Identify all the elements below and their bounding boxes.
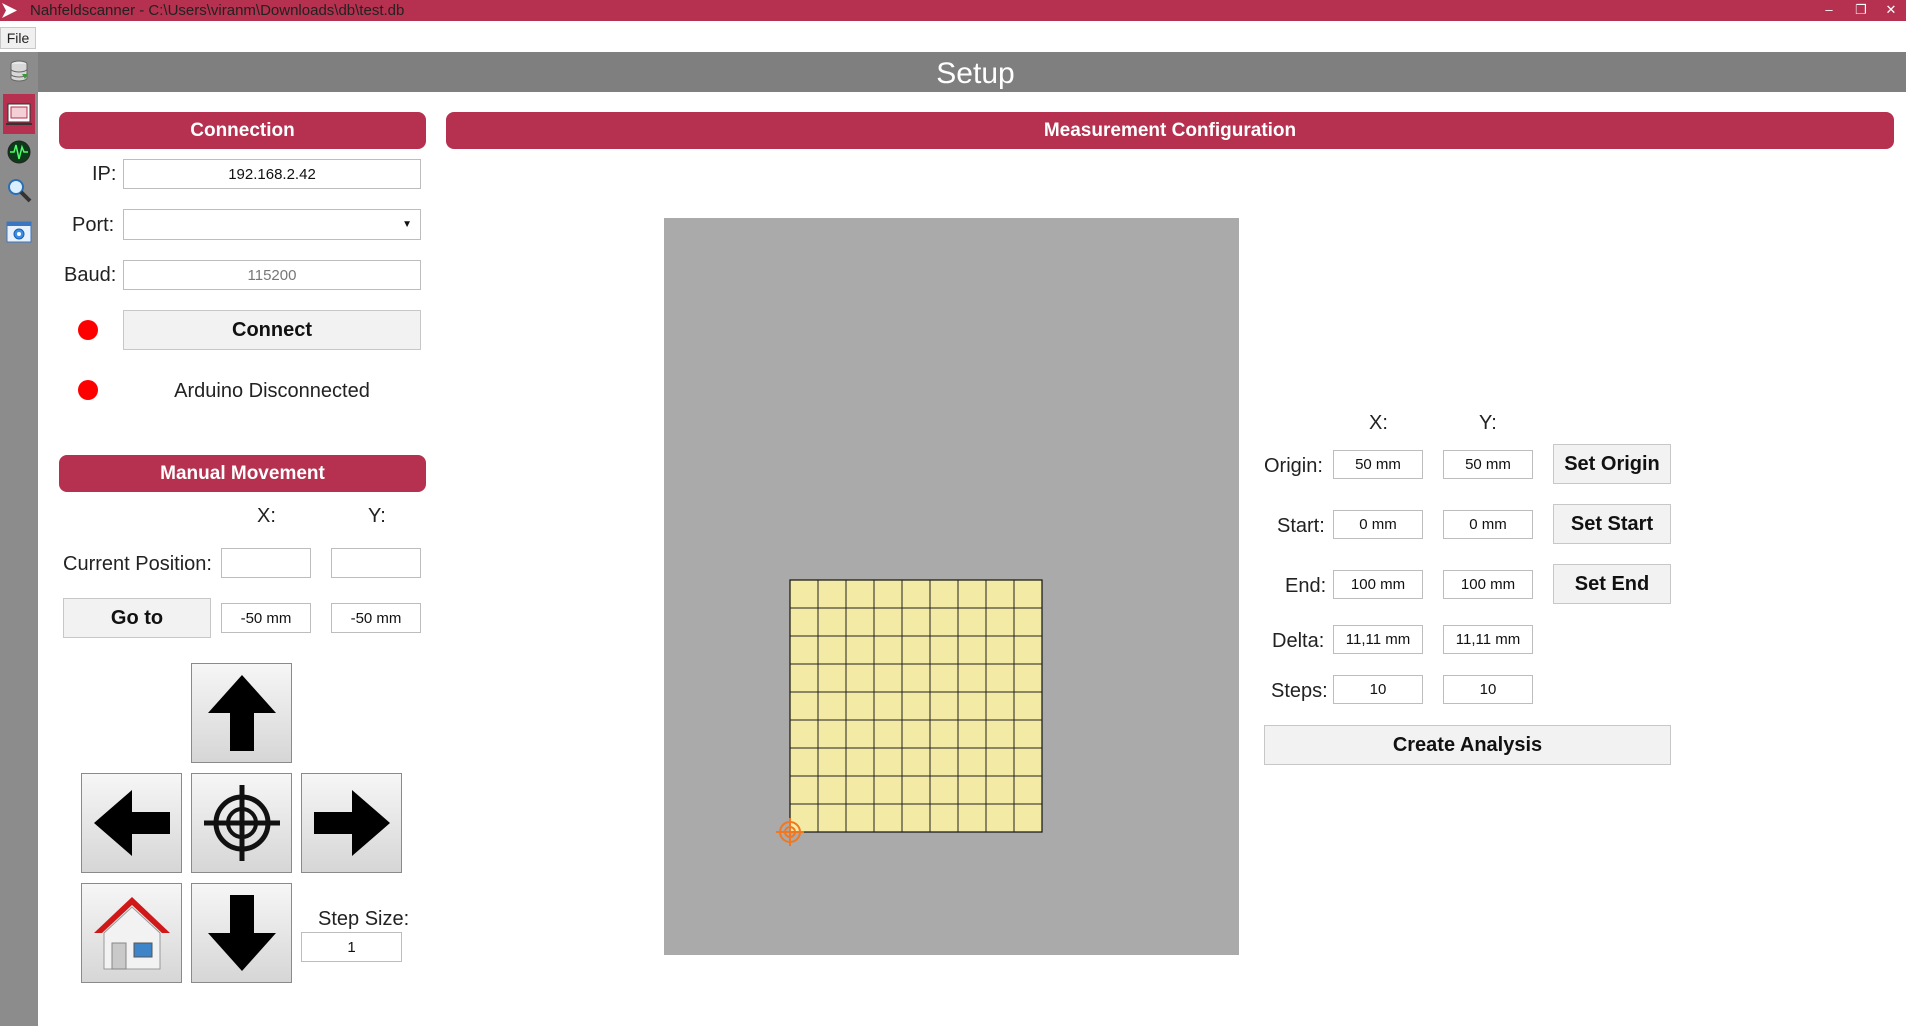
config-y-label: Y:: [1479, 412, 1497, 434]
goto-x-field[interactable]: -50 mm: [221, 603, 311, 633]
goto-button[interactable]: Go to: [63, 598, 211, 638]
app-logo-icon: [0, 0, 22, 21]
manual-movement-header: Manual Movement: [59, 455, 426, 492]
current-y-field: [331, 548, 421, 578]
measurement-config-header: Measurement Configuration: [446, 112, 1894, 149]
ip-field[interactable]: 192.168.2.42: [123, 159, 421, 189]
create-analysis-button[interactable]: Create Analysis: [1264, 725, 1671, 765]
set-start-button[interactable]: Set Start: [1553, 504, 1671, 544]
delta-label: Delta:: [1272, 630, 1325, 652]
step-size-field[interactable]: 1: [301, 932, 402, 962]
minimize-icon[interactable]: –: [1818, 1, 1840, 19]
connection-status-led: [78, 320, 98, 340]
close-icon[interactable]: ✕: [1880, 1, 1902, 19]
baud-label: Baud:: [64, 264, 117, 286]
ip-label: IP:: [92, 163, 117, 185]
home-button[interactable]: [81, 883, 182, 983]
steps-y-field[interactable]: 10: [1443, 675, 1533, 704]
start-x-field[interactable]: 0 mm: [1333, 510, 1423, 539]
measurement-canvas[interactable]: [664, 218, 1239, 955]
center-button[interactable]: [191, 773, 292, 873]
steps-x-field[interactable]: 10: [1333, 675, 1423, 704]
current-x-field: [221, 548, 311, 578]
arduino-status-led: [78, 380, 98, 400]
set-origin-button[interactable]: Set Origin: [1553, 444, 1671, 484]
config-x-label: X:: [1369, 412, 1388, 434]
set-end-button[interactable]: Set End: [1553, 564, 1671, 604]
origin-x-field[interactable]: 50 mm: [1333, 450, 1423, 479]
setup-icon[interactable]: [3, 94, 35, 134]
connect-button[interactable]: Connect: [123, 310, 421, 350]
crosshair-icon: [203, 785, 280, 861]
step-size-label: Step Size:: [318, 908, 410, 930]
magnifier-icon[interactable]: [3, 172, 35, 208]
scan-grid: [776, 579, 1043, 846]
scan-area: [789, 579, 1043, 833]
chevron-down-icon: ▼: [402, 219, 412, 230]
port-label: Port:: [72, 214, 115, 236]
move-up-button[interactable]: [191, 663, 292, 763]
move-left-button[interactable]: [81, 773, 182, 873]
manual-x-label: X:: [257, 505, 276, 527]
manual-y-label: Y:: [368, 505, 386, 527]
arrow-down-icon: [207, 895, 276, 971]
arduino-status-text: Arduino Disconnected: [174, 380, 370, 402]
menu-file[interactable]: File: [0, 27, 36, 49]
baud-field[interactable]: 115200: [123, 260, 421, 290]
database-icon[interactable]: [3, 54, 35, 90]
start-y-field[interactable]: 0 mm: [1443, 510, 1533, 539]
start-label: Start:: [1277, 515, 1325, 537]
home-icon: [93, 897, 170, 970]
origin-y-field[interactable]: 50 mm: [1443, 450, 1533, 479]
move-down-button[interactable]: [191, 883, 292, 983]
settings-window-icon[interactable]: [3, 214, 35, 250]
end-label: End:: [1285, 575, 1327, 597]
move-right-button[interactable]: [301, 773, 402, 873]
arrow-left-icon: [93, 790, 170, 856]
steps-label: Steps:: [1271, 680, 1328, 702]
delta-y-field: 11,11 mm: [1443, 625, 1533, 654]
port-select[interactable]: ▼: [123, 209, 421, 240]
restore-icon[interactable]: ❐: [1850, 1, 1872, 19]
connection-header: Connection: [59, 112, 426, 149]
page-title: Setup: [936, 57, 1015, 90]
delta-x-field: 11,11 mm: [1333, 625, 1423, 654]
end-x-field[interactable]: 100 mm: [1333, 570, 1423, 599]
goto-y-field[interactable]: -50 mm: [331, 603, 421, 633]
arrow-right-icon: [313, 790, 390, 856]
origin-label: Origin:: [1264, 455, 1323, 477]
current-position-label: Current Position:: [63, 553, 212, 575]
end-y-field[interactable]: 100 mm: [1443, 570, 1533, 599]
arrow-up-icon: [207, 675, 276, 751]
oscilloscope-icon[interactable]: [3, 134, 35, 170]
menu-bar: [0, 21, 1906, 52]
window-title: Nahfeldscanner - C:\Users\viranm\Downloa…: [30, 2, 405, 19]
